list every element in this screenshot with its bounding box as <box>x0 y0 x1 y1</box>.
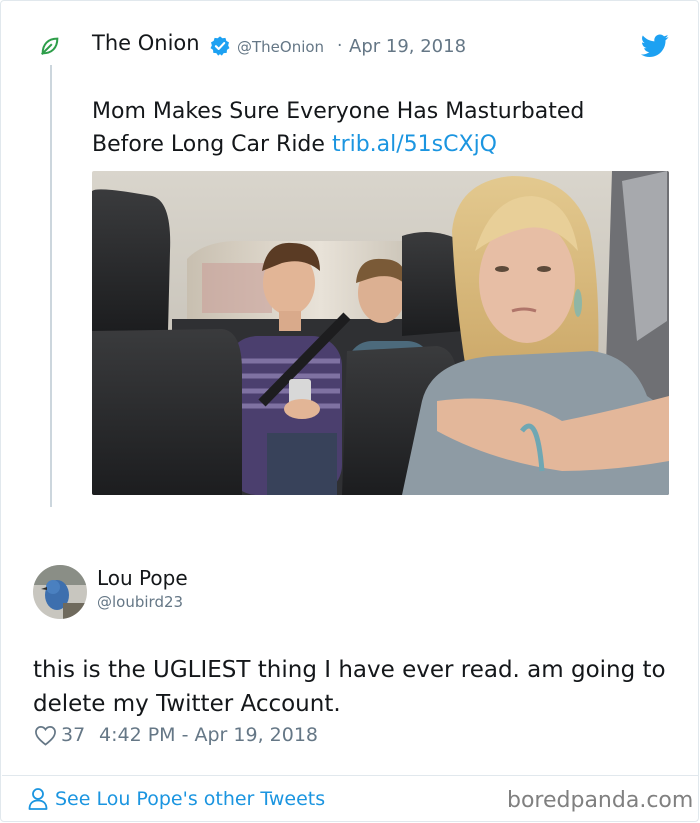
twitter-bird-icon[interactable] <box>641 34 669 58</box>
quoted-tweet-date[interactable]: Apr 19, 2018 <box>349 36 466 57</box>
see-other-tweets-link[interactable]: See Lou Pope's other Tweets <box>55 788 325 810</box>
reply-author-handle[interactable]: @loubird23 <box>97 593 183 611</box>
like-count: 37 <box>61 724 86 746</box>
quoted-author-name[interactable]: The Onion <box>92 31 200 55</box>
heart-outline-icon[interactable] <box>34 725 57 746</box>
tweet-card: The Onion @TheOnion · Apr 19, 2018 Mom M… <box>0 0 699 822</box>
reply-author-name[interactable]: Lou Pope <box>97 566 188 590</box>
tweet-photo[interactable] <box>92 171 669 495</box>
reply-tweet-text: this is the UGLIEST thing I have ever re… <box>33 657 666 717</box>
quoted-author-handle[interactable]: @TheOnion <box>237 38 324 56</box>
reply-author-avatar[interactable] <box>33 565 87 619</box>
watermark: boredpanda.com <box>507 788 694 813</box>
person-outline-icon <box>28 788 48 810</box>
quoted-tweet-link[interactable]: trib.al/51sCXjQ <box>332 132 497 157</box>
reply-timestamp[interactable]: 4:42 PM - Apr 19, 2018 <box>99 724 318 746</box>
thread-connector-line <box>50 65 52 507</box>
separator-dot: · <box>337 36 343 56</box>
quoted-tweet-text: Mom Makes Sure Everyone Has Masturbated … <box>92 95 662 161</box>
verified-badge-icon <box>210 36 230 56</box>
footer-divider <box>2 775 699 776</box>
onion-leaf-icon <box>41 37 59 55</box>
